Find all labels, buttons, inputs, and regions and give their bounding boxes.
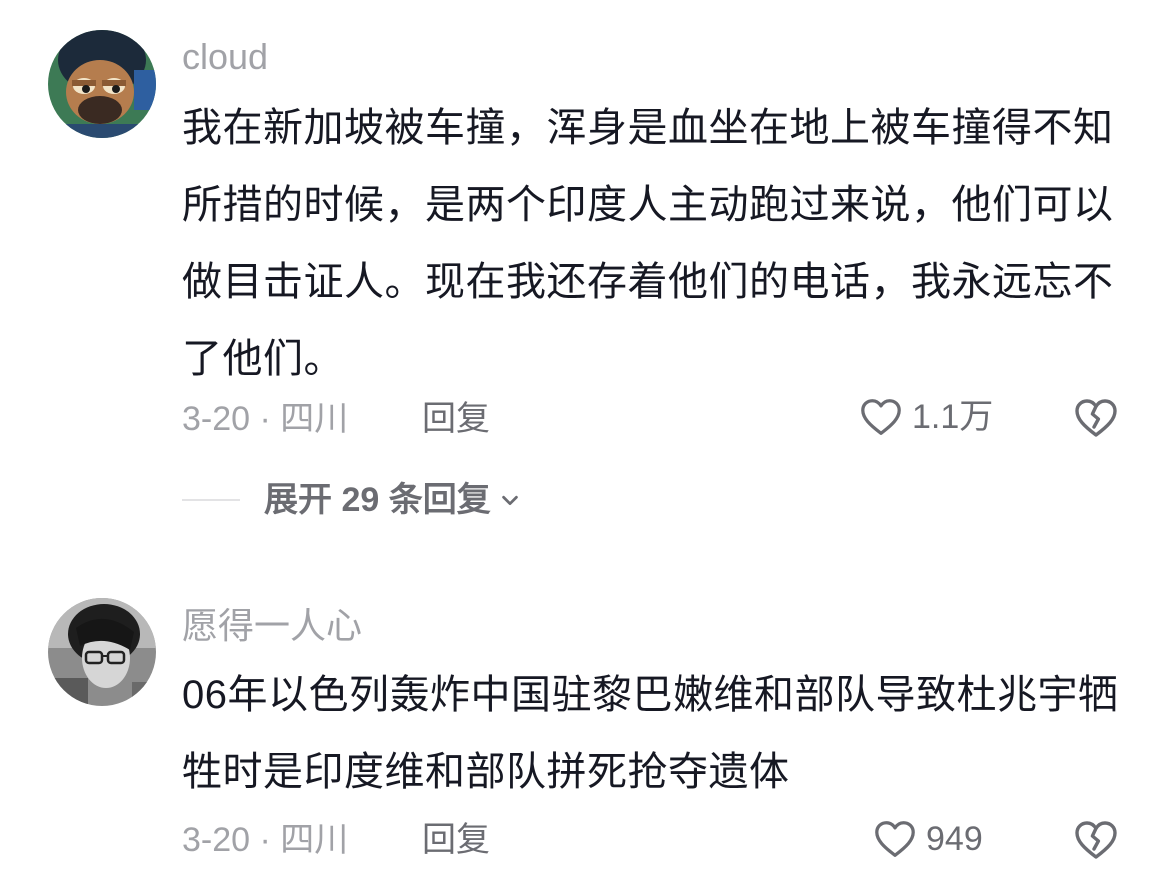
reply-button[interactable]: 回复 [422, 397, 490, 441]
comment-item: cloud 我在新加坡被车撞，浑身是血坐在地上被车撞得不知所措的时候，是两个印度… [0, 0, 1169, 560]
expand-replies-label: 展开 29 条回复 [264, 481, 491, 519]
chevron-down-icon [501, 495, 518, 506]
heart-outline-icon [861, 399, 901, 435]
broken-heart-icon [1075, 821, 1117, 859]
comment-meta: 3-20 · 四川 [182, 821, 349, 859]
dislike-button[interactable] [1072, 816, 1120, 864]
comment-meta: 3-20 · 四川 [182, 400, 349, 438]
expand-replies-button[interactable]: 展开 29 条回复 [182, 478, 521, 522]
avatar-image [48, 598, 156, 706]
comment-item: 愿得一人心 06年以色列轰炸中国驻黎巴嫩维和部队导致杜兆宇牺牲时是印度维和部队拼… [0, 580, 1169, 889]
comment-text: 06年以色列轰炸中国驻黎巴嫩维和部队导致杜兆宇牺牲时是印度维和部队拼死抢夺遗体 [182, 673, 1119, 794]
avatar[interactable] [48, 30, 156, 138]
like-count: 949 [926, 820, 983, 858]
broken-heart-icon [1075, 399, 1117, 437]
username[interactable]: cloud [182, 35, 268, 79]
heart-outline-icon [875, 821, 915, 857]
like-button[interactable]: 1.1万 [858, 394, 993, 440]
reply-button[interactable]: 回复 [422, 818, 490, 862]
dislike-button[interactable] [1072, 394, 1120, 442]
comment-text: 我在新加坡被车撞，浑身是血坐在地上被车撞得不知所措的时候，是两个印度人主动跑过来… [182, 106, 1114, 381]
avatar[interactable] [48, 598, 156, 706]
divider [182, 499, 240, 501]
username[interactable]: 愿得一人心 [182, 604, 362, 648]
like-count: 1.1万 [912, 398, 994, 436]
avatar-image [48, 30, 156, 138]
like-button[interactable]: 949 [872, 816, 983, 862]
